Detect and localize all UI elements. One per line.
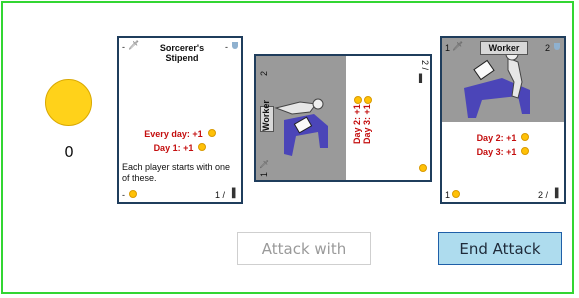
card-title: Worker <box>261 100 271 131</box>
card-worker-exhausted[interactable]: Worker 2 🗡 1 2 / ▌ Day 2: +1 Day 3: +1 <box>254 54 432 182</box>
end-attack-button[interactable]: End Attack <box>438 232 562 265</box>
card-health-value: 2 / <box>538 190 549 200</box>
building-icon: ▌ <box>419 74 426 83</box>
coin-count: 0 <box>64 143 74 161</box>
coin-icon <box>354 96 362 104</box>
shield-icon <box>554 43 560 50</box>
coin-icon <box>521 132 530 141</box>
card-effect-day2: Day 2: +1 <box>476 133 517 143</box>
skeleton-shape <box>274 101 317 115</box>
card-attack-value: 1 <box>445 43 451 53</box>
card-top-value: 2 <box>259 70 269 76</box>
card-health-value: 1 / <box>215 190 226 200</box>
card-worker[interactable]: 1 🗡 Worker 2 Day 2: +1 Day 3: +1 1 2 / ▌ <box>440 36 566 204</box>
building-icon: ▌ <box>555 189 562 199</box>
building-icon: ▌ <box>232 189 239 199</box>
card-effect-day3: Day 3: +1 <box>362 104 372 144</box>
sword-icon: 🗡 <box>452 42 464 52</box>
card-attack-value: - <box>122 42 125 52</box>
card-defense-value: - <box>225 42 228 52</box>
card-title: Worker <box>480 41 528 55</box>
coin-icon <box>45 79 92 126</box>
coin-icon <box>364 96 372 104</box>
shield-icon <box>232 42 238 49</box>
coin-icon <box>419 164 427 172</box>
coin-icon <box>452 190 460 198</box>
card-sorcerers-stipend[interactable]: - 🗡 Sorcerer's Stipend - Every day: +1 D… <box>117 36 243 204</box>
coin-icon <box>129 190 137 198</box>
card-defense-value: 2 <box>545 43 551 53</box>
coin-icon <box>521 146 530 155</box>
card-title: Sorcerer's Stipend <box>159 43 205 63</box>
card-cost-value: - <box>122 190 125 200</box>
coin-icon <box>207 128 216 137</box>
card-bottom-value: 1 <box>259 171 269 177</box>
card-description: Each player starts with one of these. <box>122 162 231 183</box>
card-cost-value: 1 <box>445 190 451 200</box>
card-effect-day2: Day 2: +1 <box>352 104 362 144</box>
tablet-shape <box>473 59 495 81</box>
sword-icon: 🗡 <box>259 160 270 169</box>
card-health-value: 2 / <box>420 60 430 71</box>
coin-icon <box>198 142 207 151</box>
card-effect-day1: Day 1: +1 <box>153 143 194 153</box>
skull-shape <box>312 98 324 110</box>
attack-with-button[interactable]: Attack with <box>237 232 371 265</box>
sword-icon: 🗡 <box>128 41 140 51</box>
card-effect-day3: Day 3: +1 <box>476 147 517 157</box>
